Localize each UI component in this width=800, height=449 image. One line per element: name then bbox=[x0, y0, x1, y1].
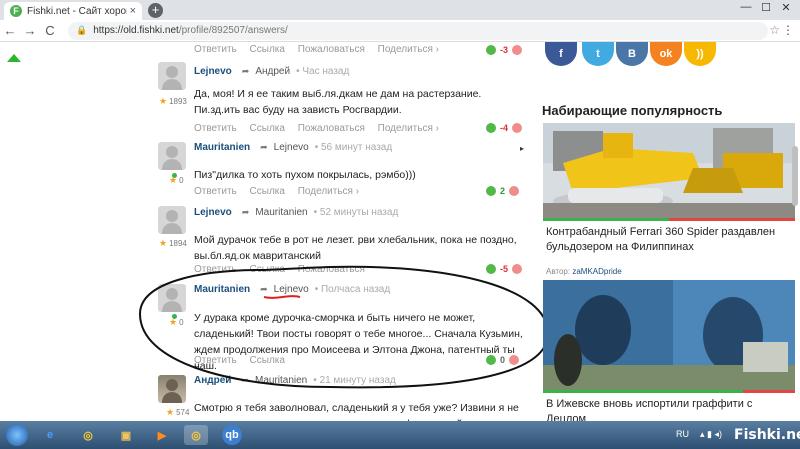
internet-explorer-icon[interactable]: e bbox=[38, 425, 62, 445]
new-tab-button[interactable]: + bbox=[148, 3, 163, 18]
maximize-icon[interactable]: ☐ bbox=[756, 1, 776, 14]
url-host: https://old.fishki.net bbox=[93, 25, 179, 36]
popularity-bar-negative bbox=[743, 390, 795, 393]
start-button-icon[interactable] bbox=[6, 424, 28, 446]
tray-icons[interactable]: ▴ ▮ ◂) bbox=[700, 429, 722, 440]
popularity-bar-negative bbox=[669, 218, 795, 221]
media-player-icon[interactable]: ▶ bbox=[150, 425, 174, 445]
card-title[interactable]: Контрабандный Ferrari 360 Spider раздавл… bbox=[546, 225, 786, 255]
language-indicator[interactable]: RU bbox=[676, 429, 689, 439]
fishki-favicon-icon: F bbox=[10, 5, 22, 17]
reload-icon[interactable]: C bbox=[40, 23, 60, 38]
chrome-icon[interactable]: ◎ bbox=[76, 425, 100, 445]
annotation-ellipse bbox=[138, 265, 550, 389]
scrollbar-thumb[interactable] bbox=[792, 146, 798, 206]
tab-close-icon[interactable]: × bbox=[130, 5, 136, 17]
card-title[interactable]: В Ижевске вновь испортили граффити с Дец… bbox=[546, 397, 786, 421]
browser-tab[interactable]: F Fishki.net - Сайт хорошего настр × bbox=[4, 2, 142, 20]
fishki-watermark: Fishki.net bbox=[734, 427, 800, 443]
back-icon[interactable]: ← bbox=[0, 23, 20, 38]
file-explorer-icon[interactable]: ▣ bbox=[114, 425, 138, 445]
address-bar[interactable]: 🔒 https://old.fishki.net/profile/892507/… bbox=[68, 21, 768, 40]
lock-icon: 🔒 bbox=[76, 25, 88, 35]
annotation-underline bbox=[263, 295, 301, 299]
bulldozer-ferrari-image[interactable] bbox=[543, 123, 795, 218]
card-author: Автор: zaMKADpride bbox=[546, 267, 622, 276]
minimize-icon[interactable]: — bbox=[736, 1, 756, 13]
close-window-icon[interactable]: ✕ bbox=[776, 1, 796, 14]
page-content: Ответить Ссылка Пожаловаться Поделиться … bbox=[0, 42, 800, 421]
sidebar-title: Набирающие популярность bbox=[542, 103, 723, 118]
url-path: /profile/892507/answers/ bbox=[178, 25, 288, 36]
browser-menu-icon[interactable]: ⋮ bbox=[782, 23, 794, 37]
forward-icon[interactable]: → bbox=[20, 23, 40, 38]
windows-taskbar: e ◎ ▣ ▶ ◎ qb RU ▴ ▮ ◂) bbox=[0, 421, 800, 449]
chrome-active-icon[interactable]: ◎ bbox=[184, 425, 208, 445]
browser-navbar: ← → C 🔒 https://old.fishki.net/profile/8… bbox=[0, 20, 800, 42]
tab-title: Fishki.net - Сайт хорошего настр bbox=[27, 5, 127, 17]
browser-tabbar: F Fishki.net - Сайт хорошего настр × + —… bbox=[0, 0, 800, 20]
qbittorrent-icon[interactable]: qb bbox=[222, 425, 242, 445]
popularity-bar-positive bbox=[543, 218, 669, 221]
bookmark-star-icon[interactable]: ☆ bbox=[769, 23, 780, 37]
card-author-link[interactable]: zaMKADpride bbox=[572, 267, 621, 276]
popularity-bar-positive bbox=[543, 390, 743, 393]
graffiti-image[interactable] bbox=[543, 280, 795, 390]
